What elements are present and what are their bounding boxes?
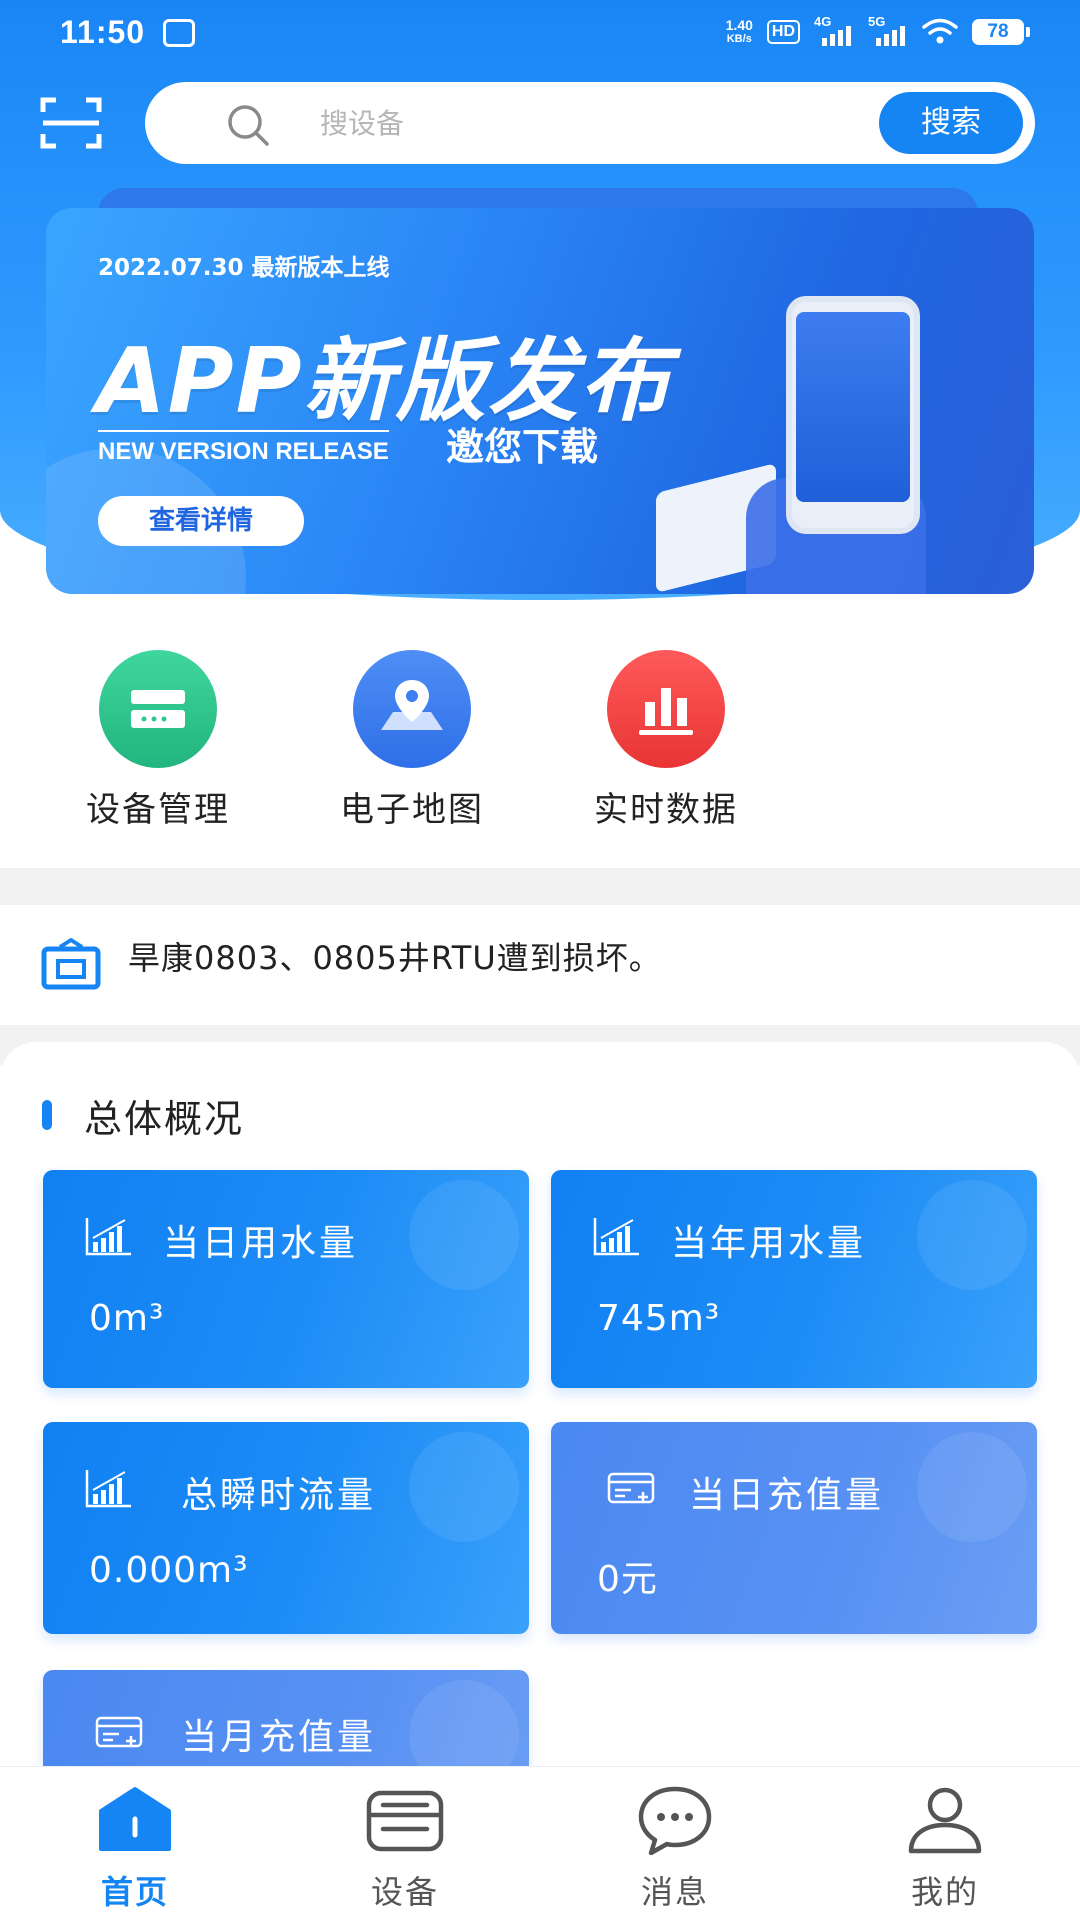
nav-item-mine[interactable]: 我的 [845, 1767, 1045, 1920]
notification-app-icon [163, 19, 195, 47]
device-manage-icon [99, 650, 217, 768]
home-icon [99, 1787, 171, 1851]
card-decoration [917, 1432, 1027, 1542]
nav-item-home[interactable]: 首页 [35, 1767, 235, 1920]
quick-item-device-manage[interactable]: 设备管理 [48, 650, 268, 831]
nav-item-device[interactable]: 设备 [305, 1767, 505, 1920]
status-time: 11:50 [60, 14, 146, 50]
overview-title: 总体概况 [84, 1097, 245, 1141]
nav-label-mine: 我的 [910, 1873, 979, 1911]
chart-icon [593, 1218, 639, 1256]
stat-card-yearly-water[interactable]: 当年用水量 745m³ [551, 1170, 1037, 1388]
device-icon [366, 1790, 444, 1852]
notice-bar[interactable]: 旱康0803、0805井RTU遭到损坏。 [0, 905, 1080, 1025]
scan-icon[interactable] [40, 96, 102, 150]
stat-label: 当月充值量 [181, 1717, 377, 1758]
notice-icon [41, 938, 101, 990]
search-input[interactable] [320, 100, 840, 146]
battery-icon: 78 [972, 19, 1030, 45]
search-icon [228, 105, 269, 146]
nav-label-home: 首页 [100, 1873, 169, 1911]
banner-subtitle-en: NEW VERSION RELEASE [98, 430, 389, 466]
stat-label: 当日用水量 [163, 1223, 359, 1264]
wifi-icon [922, 18, 958, 44]
bar-chart-icon [607, 650, 725, 768]
network-speed: 1.40 KB/s [726, 18, 753, 46]
nav-item-message[interactable]: 消息 [575, 1767, 775, 1920]
stat-label: 当年用水量 [671, 1223, 867, 1264]
stat-label: 当日充值量 [689, 1475, 885, 1516]
banner-subtitle-cn: 邀您下载 [446, 425, 599, 469]
card-icon [95, 1716, 143, 1748]
stat-card-daily-recharge[interactable]: 当日充值量 0元 [551, 1422, 1037, 1634]
stat-value: 745m³ [597, 1298, 721, 1339]
notice-text: 旱康0803、0805井RTU遭到损坏。 [128, 939, 662, 977]
banner-detail-button[interactable]: 查看详情 [98, 496, 304, 546]
signal-5g-label: 5G [868, 14, 886, 29]
quick-menu: 设备管理 电子地图 实时数据 [0, 650, 1080, 830]
stat-card-daily-water[interactable]: 当日用水量 0m³ [43, 1170, 529, 1388]
card-decoration [409, 1180, 519, 1290]
net-speed-unit: KB/s [726, 33, 752, 45]
net-speed-value: 1.40 [725, 17, 753, 33]
hd-badge: HD [766, 20, 800, 44]
message-icon [638, 1786, 712, 1855]
signal-5g-icon: 5G [868, 14, 908, 46]
nav-label-message: 消息 [640, 1873, 709, 1911]
nav-label-device: 设备 [370, 1873, 439, 1911]
overview-section: 总体概况 当日用水量 0m³ 当年用水量 745m³ 总瞬时流量 0.000m³… [0, 1042, 1080, 1850]
stat-value: 0元 [597, 1559, 658, 1600]
signal-4g-label: 4G [814, 14, 832, 29]
stat-label: 总瞬时流量 [181, 1475, 377, 1516]
chart-icon [85, 1470, 131, 1508]
chart-icon [85, 1218, 131, 1256]
status-bar: 11:50 1.40 KB/s HD 4G 5G 78 [0, 0, 1080, 70]
stat-card-instant-flow[interactable]: 总瞬时流量 0.000m³ [43, 1422, 529, 1634]
section-divider [0, 868, 1080, 906]
quick-label-device-manage: 设备管理 [86, 790, 230, 830]
quick-label-map: 电子地图 [340, 790, 484, 830]
bottom-nav: 首页 设备 消息 我的 [0, 1766, 1080, 1920]
promo-banner[interactable]: 2022.07.30 最新版本上线 APP新版发布 NEW VERSION RE… [46, 208, 1034, 594]
signal-4g-icon: 4G [814, 14, 854, 46]
stat-value: 0.000m³ [89, 1550, 249, 1591]
quick-item-realtime-data[interactable]: 实时数据 [556, 650, 776, 831]
quick-item-map[interactable]: 电子地图 [302, 650, 522, 831]
card-decoration [917, 1180, 1027, 1290]
banner-date-text: 2022.07.30 最新版本上线 [98, 255, 390, 281]
stat-value: 0m³ [89, 1298, 165, 1339]
overview-title-marker [42, 1100, 52, 1130]
banner-phone-illustration [786, 296, 920, 534]
user-icon [908, 1787, 982, 1854]
search-bar: 搜索 [145, 82, 1035, 164]
quick-label-realtime-data: 实时数据 [594, 790, 738, 830]
map-pin-icon [353, 650, 471, 768]
card-icon [607, 1472, 655, 1504]
card-decoration [409, 1432, 519, 1542]
search-button[interactable]: 搜索 [879, 92, 1023, 154]
status-indicators: 1.40 KB/s HD 4G 5G 78 [726, 14, 1030, 46]
